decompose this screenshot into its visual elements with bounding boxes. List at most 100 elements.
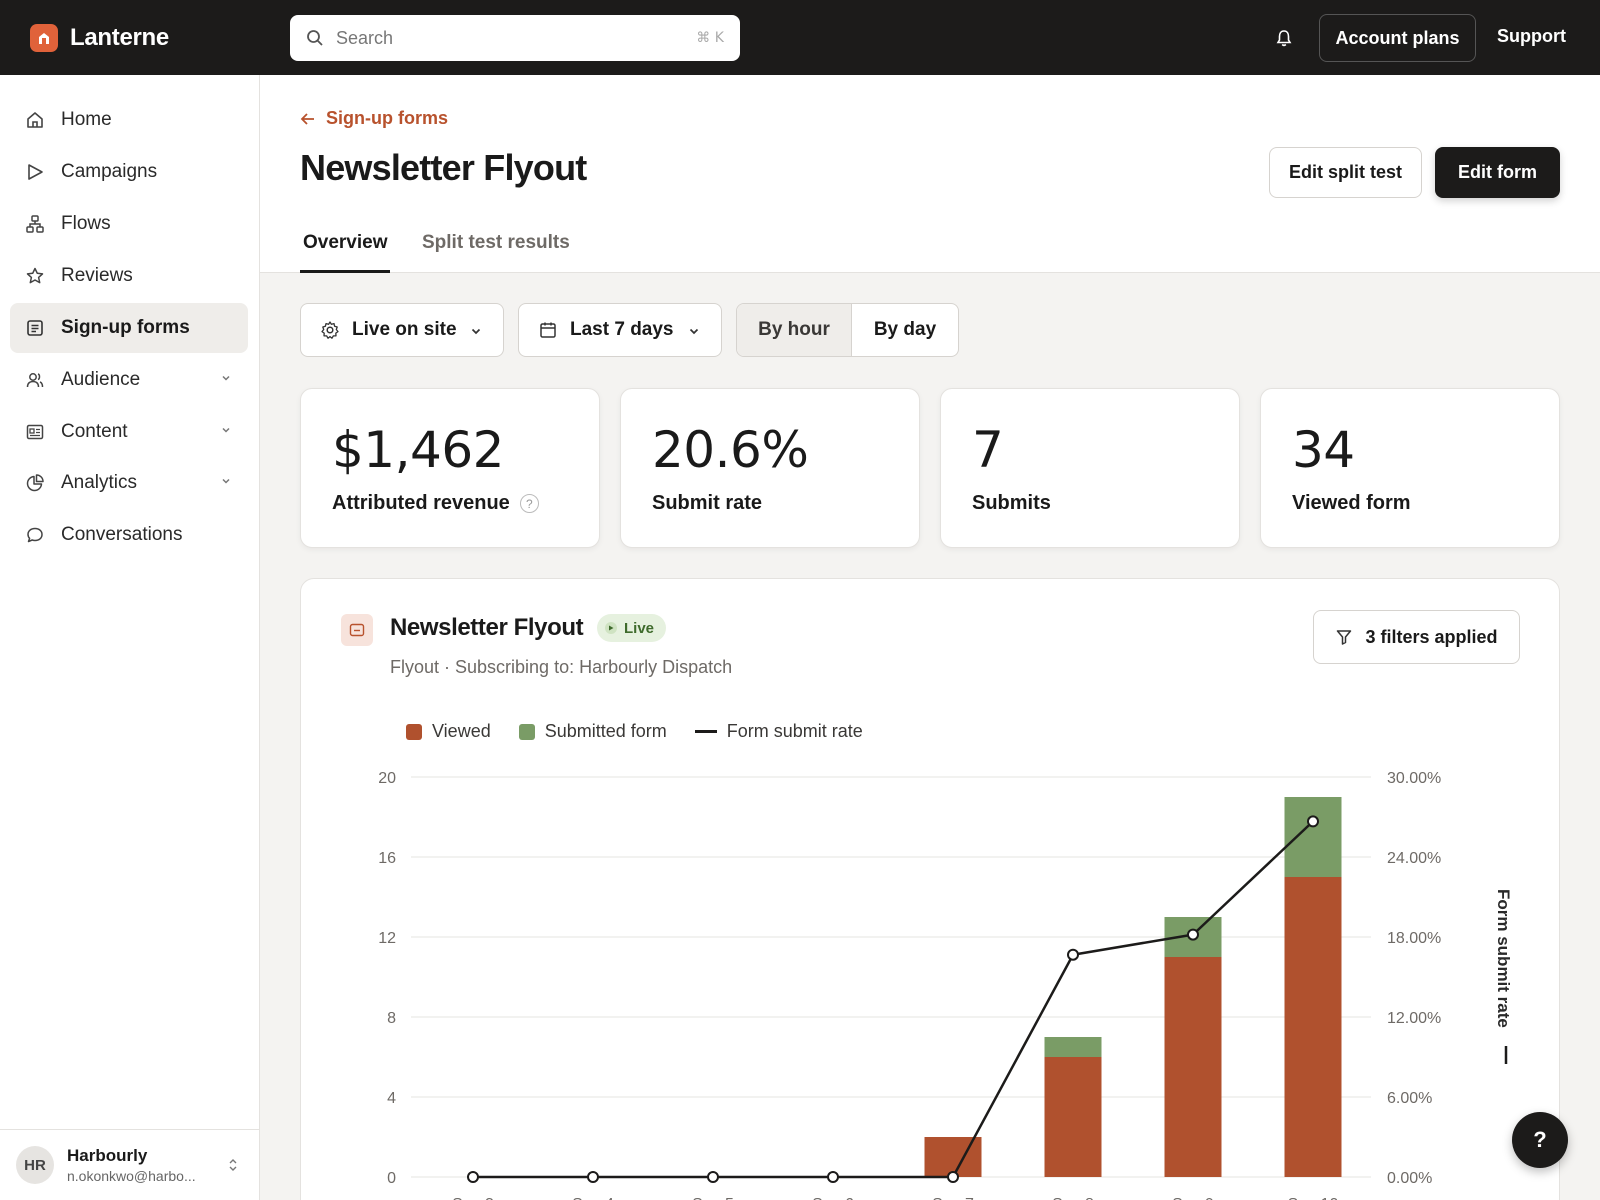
metric-value: 34 <box>1292 421 1355 479</box>
sidebar-item-flows[interactable]: Flows <box>10 199 248 249</box>
send-icon <box>24 161 46 183</box>
metric-value: 7 <box>972 421 1004 479</box>
brand-name: Lanterne <box>70 24 169 51</box>
search-box[interactable]: ⌘ K <box>290 15 740 61</box>
x-tick-label: Sep 6 <box>812 1196 854 1200</box>
users-icon <box>24 369 46 391</box>
metric-label: Attributed revenue <box>332 492 510 514</box>
tab-split-test-results[interactable]: Split test results <box>422 232 570 254</box>
metric-label-row: Attributed revenue ? <box>332 492 539 515</box>
submit-rate-point <box>707 1171 719 1183</box>
sidebar-item-label: Home <box>61 109 112 130</box>
page-header: Sign-up forms Newsletter Flyout Edit spl… <box>260 75 1600 273</box>
brand[interactable]: Lanterne <box>30 24 169 52</box>
y-tick-label: 16 <box>378 850 396 867</box>
gear-icon <box>321 321 339 339</box>
date-range-dropdown[interactable]: Last 7 days <box>518 303 722 357</box>
edit-form-button[interactable]: Edit form <box>1435 147 1560 198</box>
sidebar-item-home[interactable]: Home <box>10 95 248 145</box>
active-tab-indicator <box>300 270 390 273</box>
bar-viewed <box>1044 1057 1102 1177</box>
account-plans-button[interactable]: Account plans <box>1319 14 1476 62</box>
search-shortcut: ⌘ K <box>696 30 724 46</box>
x-tick-label: Sep 5 <box>692 1196 734 1200</box>
breadcrumb-link[interactable]: Sign-up forms <box>326 108 448 129</box>
metric-card-submits: 7 Submits <box>940 388 1240 548</box>
avatar: HR <box>16 1146 54 1184</box>
help-button[interactable]: ? <box>1512 1112 1568 1168</box>
sidebar-item-reviews[interactable]: Reviews <box>10 251 248 301</box>
chevron-down-icon <box>222 375 230 381</box>
x-tick-label: Sep 3 <box>452 1196 494 1200</box>
y2-tick-label: 6.00% <box>1387 1090 1432 1107</box>
submit-rate-point <box>947 1171 959 1183</box>
bar-submitted <box>1284 797 1342 877</box>
page-title: Newsletter Flyout <box>300 147 587 188</box>
granularity-toggle: By hour By day <box>736 303 959 357</box>
submissions-chart: 0 4 8 12 16 20 0.00% 6.00% 12.00% 18.00% 24.00% 30.… <box>378 770 1513 1200</box>
submit-rate-point <box>587 1171 599 1183</box>
by-hour-button[interactable]: By hour <box>737 304 852 356</box>
home-icon <box>24 109 46 131</box>
submit-rate-point <box>467 1171 479 1183</box>
search-icon <box>307 30 323 46</box>
metric-label: Submits <box>972 492 1051 514</box>
account-switcher[interactable]: HR Harbourly n.okonkwo@harbo... <box>0 1129 259 1200</box>
y2-tick-label: 18.00% <box>1387 930 1441 947</box>
x-tick-label: Sep 4 <box>572 1196 614 1200</box>
status-dropdown[interactable]: Live on site <box>300 303 504 357</box>
y2-axis-title: Form submit rate <box>1494 889 1513 1028</box>
metric-card-viewed-form: 34 Viewed form <box>1260 388 1560 548</box>
date-range-label: Last 7 days <box>570 319 674 340</box>
chevron-down-icon <box>689 328 699 335</box>
submit-rate-point <box>1307 815 1319 828</box>
submit-rate-point <box>827 1171 839 1183</box>
metric-card-submit-rate: 20.6% Submit rate <box>620 388 920 548</box>
bar-submitted <box>1044 1037 1102 1057</box>
sidebar-item-label: Sign-up forms <box>61 317 190 338</box>
flows-icon <box>24 213 46 235</box>
y2-tick-label: 12.00% <box>1387 1010 1441 1027</box>
sidebar-item-sign-up-forms[interactable]: Sign-up forms <box>10 303 248 353</box>
sidebar-item-label: Content <box>61 421 128 442</box>
bar-viewed <box>1284 877 1342 1177</box>
status-dropdown-label: Live on site <box>352 319 457 340</box>
account-email: n.okonkwo@harbo... <box>67 1168 196 1184</box>
sidebar-item-content[interactable]: Content <box>10 407 248 457</box>
tab-overview[interactable]: Overview <box>303 232 388 254</box>
x-tick-label: Sep 8 <box>1052 1196 1094 1200</box>
arrow-left-icon <box>300 112 314 125</box>
content-icon <box>24 421 46 443</box>
sidebar-item-campaigns[interactable]: Campaigns <box>10 147 248 197</box>
notifications-bell-icon[interactable] <box>1272 26 1296 50</box>
account-name: Harbourly <box>67 1146 148 1165</box>
form-performance-panel: Newsletter Flyout Live Flyout · Subscrib… <box>300 578 1560 1200</box>
support-link[interactable]: Support <box>1497 26 1566 47</box>
chat-icon <box>24 524 46 546</box>
edit-split-test-button[interactable]: Edit split test <box>1269 147 1422 198</box>
sidebar-item-label: Campaigns <box>61 161 158 182</box>
star-icon <box>24 265 46 287</box>
sidebar-item-conversations[interactable]: Conversations <box>10 510 248 560</box>
x-tick-label: Sep 9 <box>1172 1196 1214 1200</box>
search-input[interactable] <box>336 27 697 49</box>
sidebar-item-label: Conversations <box>61 524 183 545</box>
y2-tick-label: 24.00% <box>1387 850 1441 867</box>
calendar-icon <box>540 322 556 338</box>
chevron-up-down-icon <box>229 1159 237 1171</box>
breadcrumb[interactable]: Sign-up forms <box>300 108 448 129</box>
chevron-down-icon <box>471 328 481 335</box>
metric-value: $1,462 <box>332 421 504 479</box>
help-icon[interactable]: ? <box>519 494 539 513</box>
sidebar-item-analytics[interactable]: Analytics <box>10 458 248 508</box>
chevron-down-icon <box>222 478 230 484</box>
sidebar-item-audience[interactable]: Audience <box>10 355 248 405</box>
bar-viewed <box>1164 957 1222 1177</box>
submit-rate-point <box>1187 928 1199 941</box>
sidebar-item-label: Flows <box>61 213 111 234</box>
pie-chart-icon <box>24 472 46 494</box>
lantern-logo-icon <box>30 24 58 52</box>
submit-rate-point <box>1067 948 1079 961</box>
form-icon <box>24 317 46 339</box>
by-day-button[interactable]: By day <box>852 304 958 356</box>
